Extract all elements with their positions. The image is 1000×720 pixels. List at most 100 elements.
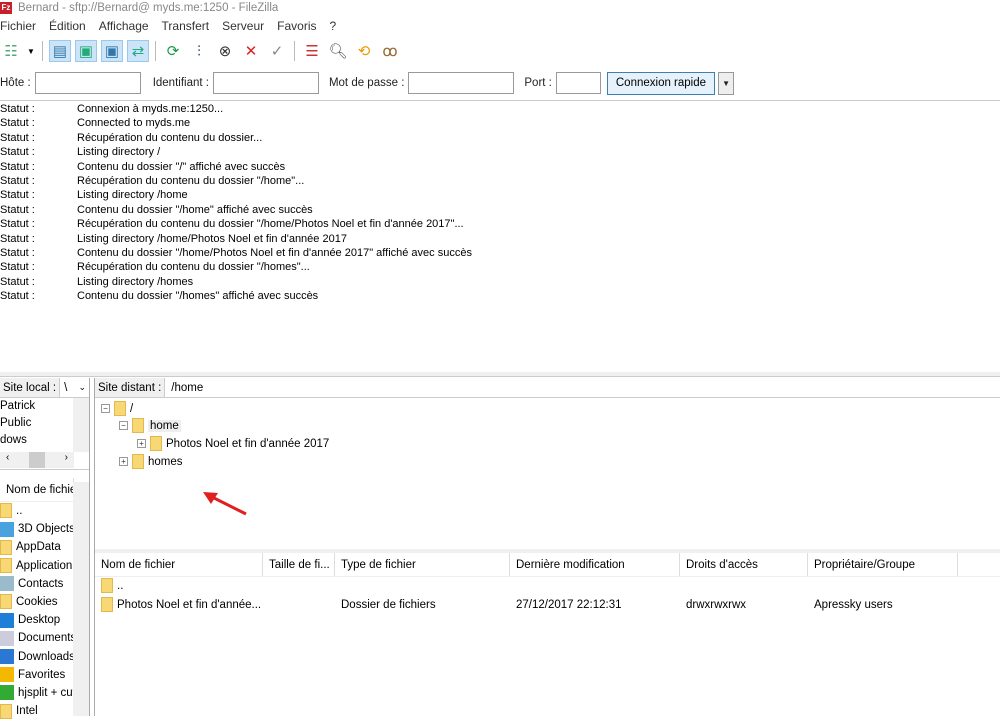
cell [680, 577, 808, 596]
contacts-icon [0, 576, 14, 592]
chevron-down-icon[interactable]: ⌄ [78, 382, 89, 393]
sync-browse-icon[interactable]: ⟲ [353, 40, 375, 62]
log-message: Connexion à myds.me:1250... [77, 103, 224, 115]
tree-node-homes[interactable]: + homes [119, 453, 183, 471]
menu-serveur[interactable]: Serveur [222, 19, 264, 37]
quickconnect-dropdown[interactable]: ▼ [718, 71, 735, 95]
column-header[interactable]: Nom de fichier [95, 553, 263, 576]
local-file-row[interactable]: Downloads [0, 648, 74, 666]
tree-node-home[interactable]: − home [119, 417, 181, 435]
menu-edition[interactable]: Édition [49, 19, 86, 37]
log-row: Statut : Contenu du dossier "/" affiché a… [0, 160, 1000, 174]
log-message: Contenu du dossier "/home/Photos Noel et… [77, 246, 472, 259]
cell-text: drwxrwxrwx [686, 599, 747, 611]
binoculars-icon[interactable]: ꝏ [379, 40, 401, 62]
local-path-input[interactable]: \ [60, 382, 78, 394]
column-header[interactable]: Droits d'accès [680, 553, 808, 576]
local-file-row[interactable]: Documents [0, 629, 74, 647]
column-header[interactable]: Dernière modification [510, 553, 680, 576]
folder-icon [101, 597, 113, 613]
menu-favoris[interactable]: Favoris [277, 19, 316, 37]
local-file-row[interactable]: 3D Objects [0, 520, 74, 538]
toggle-local-tree-icon[interactable]: ▣ [75, 40, 97, 62]
site-manager-icon[interactable]: ☷ [0, 40, 22, 62]
collapse-icon[interactable]: − [119, 421, 128, 431]
log-label: Statut : [0, 275, 35, 288]
local-file-row[interactable]: .. [0, 502, 74, 520]
remote-path-input[interactable]: /home [165, 382, 203, 394]
local-file-row[interactable]: Contacts [0, 575, 74, 593]
log-label: Statut : [0, 117, 35, 130]
toggle-log-icon[interactable]: ▤ [49, 40, 71, 62]
expand-icon[interactable]: + [137, 439, 146, 449]
toggle-remote-tree-icon[interactable]: ▣ [101, 40, 123, 62]
compare-icon[interactable]: ☰ [301, 40, 323, 62]
message-log[interactable]: Statut : Connexion à myds.me:1250... Statu… [0, 100, 1000, 370]
toggle-queue-icon[interactable]: ⇄ [127, 40, 149, 62]
file-name: Cookies [16, 595, 58, 608]
cell: .. [95, 577, 263, 596]
documents-icon [0, 630, 14, 646]
port-input[interactable] [555, 72, 601, 94]
column-header[interactable]: Nom de fichier [0, 478, 74, 501]
cancel-icon[interactable]: ⊗ [214, 40, 236, 62]
log-message: Listing directory /homes [77, 275, 194, 288]
column-header[interactable]: Taille de fi... [263, 553, 335, 576]
dropdown-arrow-icon[interactable]: ▼ [26, 40, 36, 62]
local-file-row[interactable]: Desktop [0, 611, 74, 629]
host-input[interactable] [34, 72, 141, 94]
remote-pane: Site distant : /home − / − home + Photos No… [94, 378, 1000, 716]
refresh-icon[interactable]: ⟳ [162, 40, 184, 62]
quickconnect-bar: Hôte : Identifiant : Mot de passe : Port… [0, 70, 1000, 96]
search-icon[interactable]: 🔍︎ [327, 40, 349, 62]
port-label: Port : [524, 77, 552, 89]
filter-icon[interactable]: ⫶ [188, 40, 210, 62]
local-tree-scrollbar[interactable] [73, 398, 89, 452]
local-file-row[interactable]: hjsplit + cut [0, 684, 74, 702]
tree-node-photos[interactable]: + Photos Noel et fin d'année 2017 [137, 435, 329, 453]
expand-icon[interactable]: + [119, 457, 128, 467]
local-file-row[interactable]: Favorites [0, 666, 74, 684]
remote-site-label: Site distant : [95, 378, 166, 397]
log-label: Statut : [0, 261, 35, 274]
window-title: Bernard - sftp://Bernard@ myds.me:1250 -… [18, 2, 279, 14]
folder-icon [0, 539, 12, 555]
splitter[interactable] [0, 372, 1000, 377]
folder-icon [114, 401, 126, 417]
tree-node-root[interactable]: − / [101, 400, 133, 418]
log-label: Statut : [0, 103, 35, 115]
column-header[interactable]: Propriétaire/Groupe [808, 553, 958, 576]
menu-affichage[interactable]: Affichage [99, 19, 149, 37]
quickconnect-button[interactable]: Connexion rapide [606, 71, 716, 95]
local-file-row[interactable]: Intel [0, 702, 74, 720]
column-header[interactable]: Type de fichier [335, 553, 510, 576]
folder-icon [132, 454, 144, 470]
disconnect-icon[interactable]: ✕ [240, 40, 262, 62]
password-input[interactable] [408, 72, 515, 94]
menu-help[interactable]: ? [330, 19, 337, 37]
collapse-icon[interactable]: − [101, 404, 110, 414]
file-name: Downloads [18, 650, 74, 663]
reconnect-icon[interactable]: ✓ [266, 40, 288, 62]
file-name: hjsplit + cut [18, 686, 74, 699]
log-label: Statut : [0, 290, 35, 303]
log-row: Statut : Connexion à myds.me:1250... [0, 102, 1000, 116]
horizontal-scrollbar[interactable]: ‹ › [0, 452, 74, 468]
menu-transfert[interactable]: Transfert [162, 19, 210, 37]
remote-tree: − / − home + Photos Noel et fin d'année 201… [95, 398, 1000, 553]
local-file-row[interactable]: AppData [0, 538, 74, 556]
local-file-scrollbar[interactable] [73, 482, 89, 716]
cell [335, 577, 510, 596]
remote-file-row[interactable]: Photos Noel et fin d'année... Dossier de … [95, 596, 1000, 615]
cell [263, 577, 335, 596]
remote-file-row[interactable]: .. [95, 577, 1000, 596]
log-row: Statut : Listing directory / [0, 145, 1000, 159]
local-file-row[interactable]: Application [0, 557, 74, 575]
log-label: Statut : [0, 246, 35, 259]
menu-fichier[interactable]: Fichier [0, 19, 36, 37]
cell: Apressky users [808, 596, 958, 615]
local-file-row[interactable]: Cookies [0, 593, 74, 611]
log-row: Statut : Récupération du contenu du dossi… [0, 260, 1000, 274]
user-input[interactable] [212, 72, 319, 94]
log-row: Statut : Listing directory /homes [0, 275, 1000, 289]
